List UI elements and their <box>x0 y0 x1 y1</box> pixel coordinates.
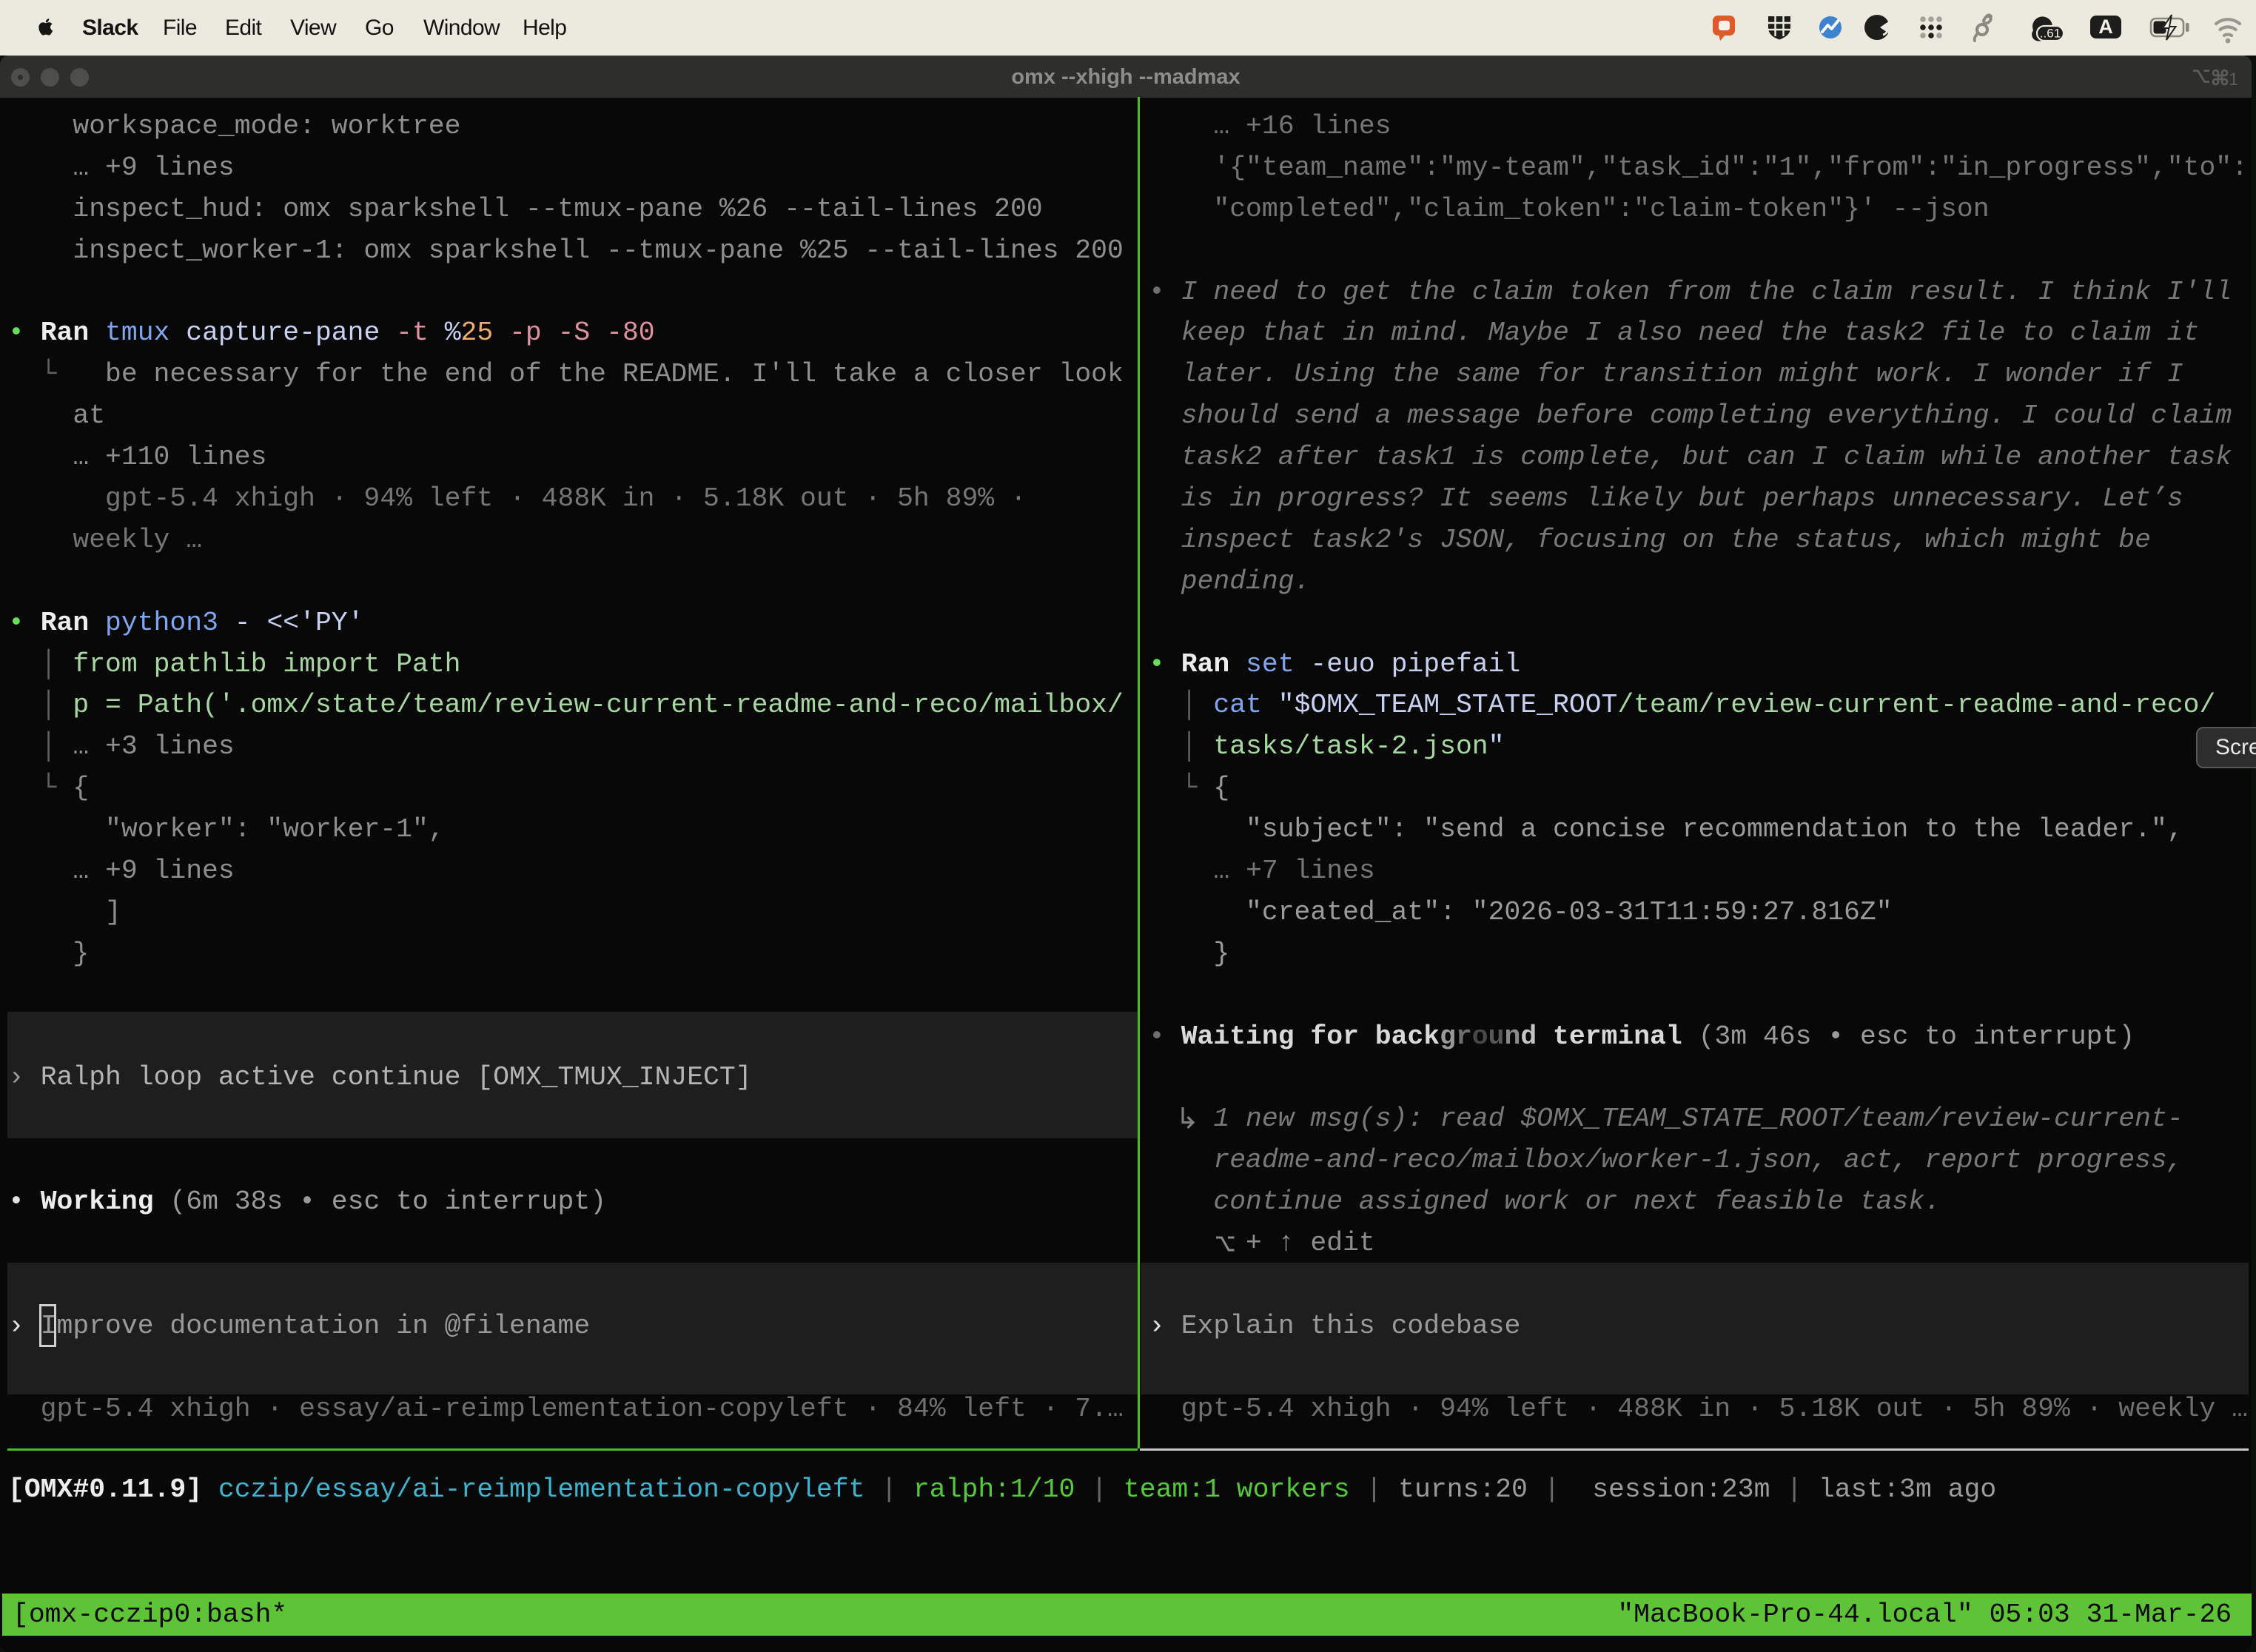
svg-text:A: A <box>2098 16 2113 38</box>
svg-text:..61: ..61 <box>2040 27 2061 41</box>
svg-text:1: 1 <box>2229 70 2238 90</box>
